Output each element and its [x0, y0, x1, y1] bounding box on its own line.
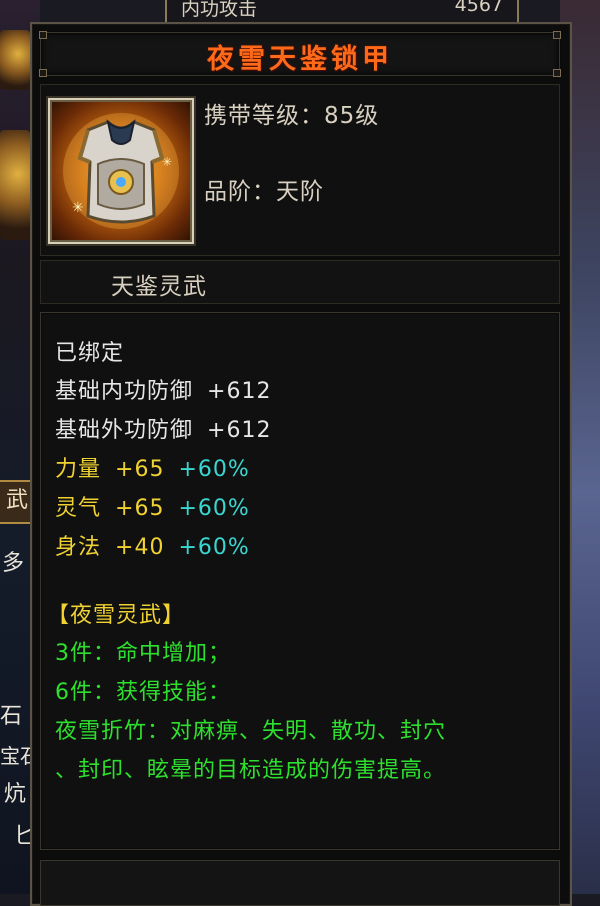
attribute-bonus: +60%: [178, 457, 250, 482]
item-footer: [40, 860, 560, 906]
armor-vest-icon[interactable]: ✳ ✳: [48, 98, 194, 244]
series-row: 天鉴灵武: [40, 260, 560, 304]
attribute-row: 力量 +65 +60%: [55, 451, 250, 483]
stat-label: 基础内功防御: [55, 379, 194, 404]
svg-text:✳: ✳: [72, 200, 84, 216]
attribute-label: 力量: [55, 457, 102, 482]
background-stat-value: 4567: [454, 0, 503, 16]
set-piece-bonus: 6件：获得技能：: [55, 680, 231, 705]
stat-value: +612: [207, 418, 272, 443]
background-stat-label: 内功攻击: [181, 0, 258, 20]
item-rank: 品阶：天阶: [204, 179, 324, 205]
background-stat-row: 内功攻击 4567: [165, 0, 519, 24]
attribute-label: 灵气: [55, 496, 102, 521]
carry-level: 携带等级：85级: [204, 103, 380, 129]
set-skill-description: 夜雪折竹：对麻痹、失明、散功、封穴: [55, 719, 447, 744]
set-piece-bonus: 3件：命中增加；: [55, 641, 231, 666]
stat-value: +612: [207, 379, 272, 404]
attribute-value: +40: [115, 535, 165, 560]
stat-row: 基础外功防御 +612: [55, 412, 271, 444]
stat-row: 基础内功防御 +612: [55, 373, 271, 405]
item-properties: 已绑定 基础内功防御 +612 基础外功防御 +612 力量 +65 +60% 灵气 +6…: [40, 312, 560, 850]
background-glyph: 石: [0, 704, 23, 729]
attribute-label: 身法: [55, 535, 102, 560]
background-glyph: 多: [2, 551, 25, 576]
item-tooltip: 夜雪天鉴锁甲 ✳ ✳ 携带等级：85级 品阶：天阶 天鉴灵武 已绑定 基础内功防…: [30, 22, 572, 906]
background-glyph: 炕: [4, 782, 27, 807]
attribute-row: 灵气 +65 +60%: [55, 490, 250, 522]
attribute-row: 身法 +40 +60%: [55, 529, 250, 561]
attribute-value: +65: [115, 496, 165, 521]
background-ornament-icon: [0, 130, 30, 240]
title-bar: 夜雪天鉴锁甲: [39, 31, 561, 77]
set-name: 【夜雪灵武】: [47, 603, 186, 628]
svg-text:✳: ✳: [162, 155, 172, 169]
item-name: 夜雪天鉴锁甲: [207, 44, 393, 75]
attribute-bonus: +60%: [178, 496, 250, 521]
bound-status: 已绑定: [55, 341, 125, 366]
background-ornament-icon: [0, 30, 30, 90]
series-name: 天鉴灵武: [111, 274, 207, 300]
attribute-value: +65: [115, 457, 165, 482]
attribute-bonus: +60%: [178, 535, 250, 560]
stat-label: 基础外功防御: [55, 418, 194, 443]
set-skill-description: 、封印、眩晕的目标造成的伤害提高。: [55, 758, 447, 783]
